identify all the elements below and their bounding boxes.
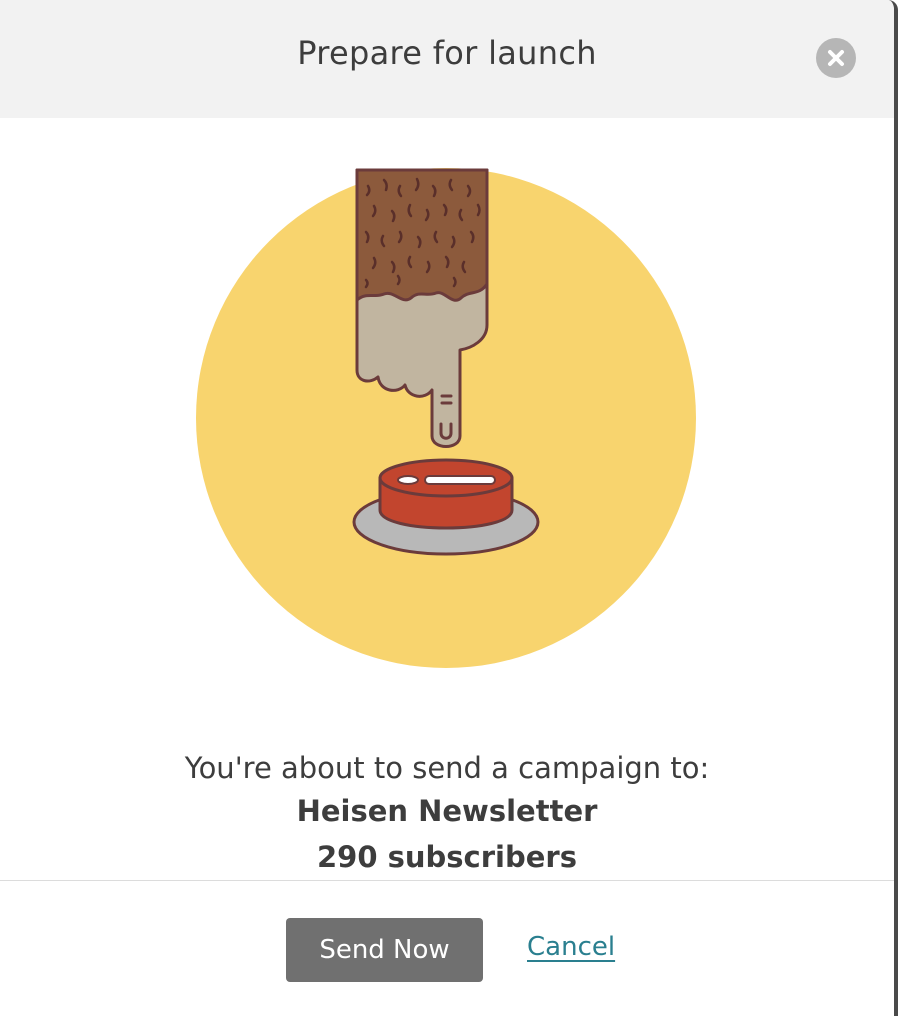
cancel-link[interactable]: Cancel	[527, 932, 615, 962]
subscriber-count: 290 subscribers	[317, 840, 577, 874]
launch-button-icon	[352, 458, 540, 556]
list-name: Heisen Newsletter	[296, 794, 598, 828]
close-icon	[828, 50, 844, 66]
launch-dialog: Prepare for launch You're about to send …	[0, 0, 898, 1016]
launch-illustration	[196, 168, 696, 668]
dialog-header: Prepare for launch	[0, 0, 894, 118]
campaign-summary: You're about to send a campaign to: Heis…	[0, 748, 894, 880]
footer-divider	[0, 880, 894, 881]
dialog-title: Prepare for launch	[297, 34, 597, 72]
send-intro-text: You're about to send a campaign to:	[184, 751, 710, 785]
close-button[interactable]	[816, 38, 856, 78]
send-now-button[interactable]: Send Now	[286, 918, 483, 982]
